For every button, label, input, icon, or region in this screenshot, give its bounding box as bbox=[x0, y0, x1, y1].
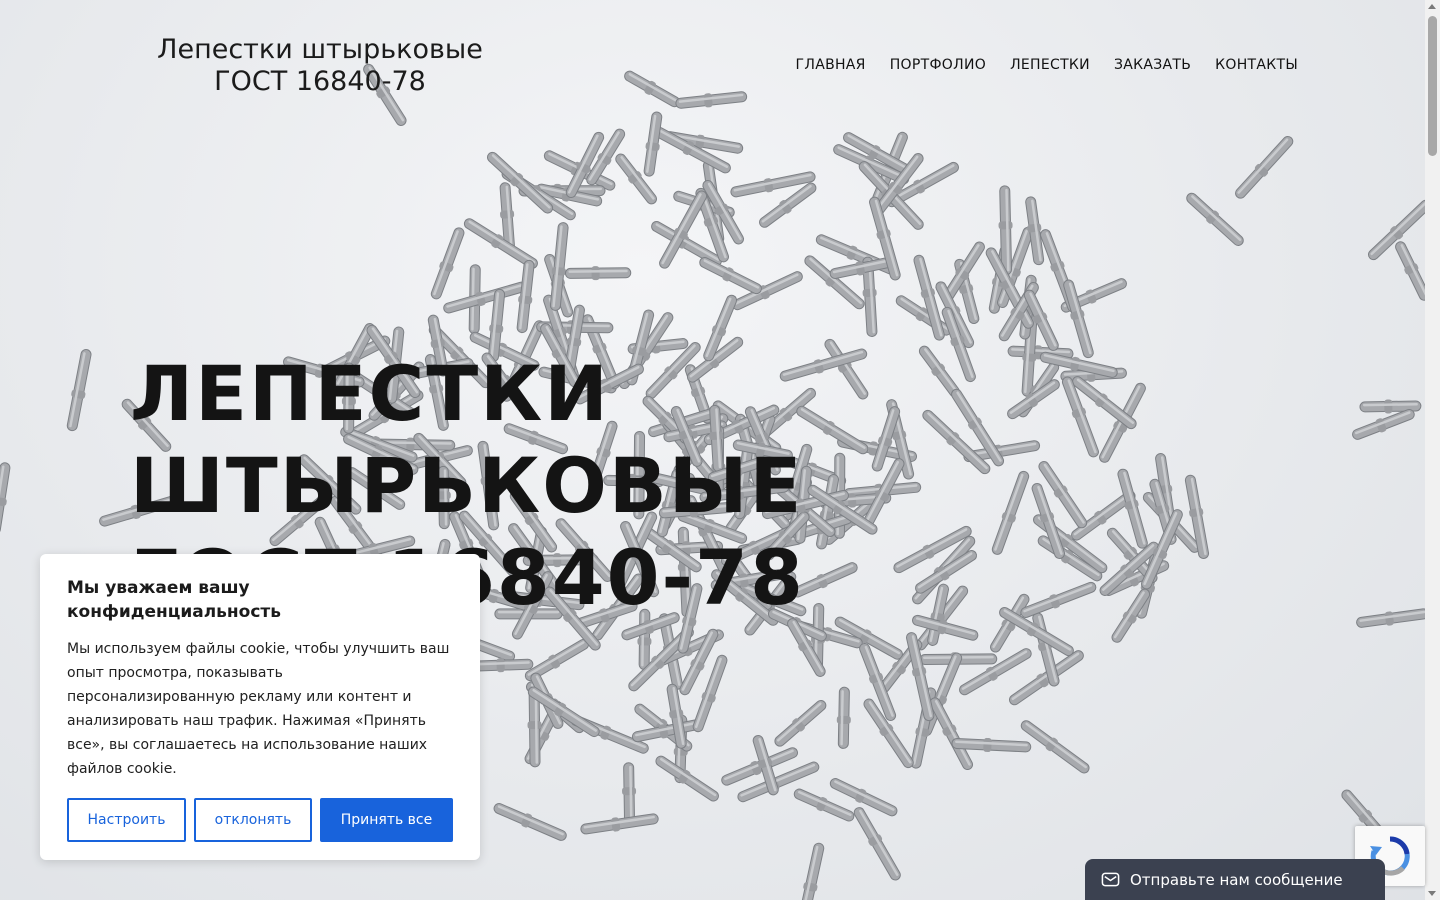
scroll-up-arrow-icon[interactable] bbox=[1428, 4, 1436, 9]
scroll-thumb[interactable] bbox=[1428, 16, 1437, 156]
nav-item-contacts[interactable]: КОНТАКТЫ bbox=[1215, 57, 1298, 73]
cookie-accept-button[interactable]: Принять все bbox=[320, 798, 453, 842]
envelope-icon bbox=[1101, 872, 1120, 887]
scroll-down-arrow-icon[interactable] bbox=[1428, 891, 1436, 896]
cookie-title: Мы уважаем вашу конфиденциальность bbox=[67, 578, 282, 622]
nav-item-home[interactable]: ГЛАВНАЯ bbox=[796, 57, 866, 73]
cookie-text: Мы используем файлы cookie, чтобы улучши… bbox=[67, 641, 450, 777]
main-nav: ГЛАВНАЯ ПОРТФОЛИО ЛЕПЕСТКИ ЗАКАЗАТЬ КОНТ… bbox=[796, 57, 1298, 73]
site-title-line1: Лепестки штырьковые bbox=[157, 34, 483, 65]
nav-item-order[interactable]: ЗАКАЗАТЬ bbox=[1114, 57, 1191, 73]
page-scrollbar[interactable] bbox=[1425, 0, 1440, 900]
site-title[interactable]: Лепестки штырьковые ГОСТ 16840-78 bbox=[130, 34, 510, 98]
hero-heading-line1: ЛЕПЕСТКИ bbox=[130, 349, 610, 438]
cookie-consent-banner: Мы уважаем вашу конфиденциальность Мы ис… bbox=[40, 554, 480, 860]
chat-widget[interactable]: Отправьте нам сообщение bbox=[1085, 859, 1385, 900]
cookie-buttons: Настроить отклонять Принять все bbox=[67, 798, 453, 842]
cookie-reject-button[interactable]: отклонять bbox=[194, 798, 312, 842]
hero-heading-line2: ШТЫРЬКОВЫЕ bbox=[130, 441, 804, 530]
nav-item-petals[interactable]: ЛЕПЕСТКИ bbox=[1010, 57, 1090, 73]
nav-item-portfolio[interactable]: ПОРТФОЛИО bbox=[890, 57, 986, 73]
site-title-line2: ГОСТ 16840-78 bbox=[214, 66, 426, 97]
cookie-customize-button[interactable]: Настроить bbox=[67, 798, 186, 842]
chat-widget-label: Отправьте нам сообщение bbox=[1130, 870, 1343, 889]
